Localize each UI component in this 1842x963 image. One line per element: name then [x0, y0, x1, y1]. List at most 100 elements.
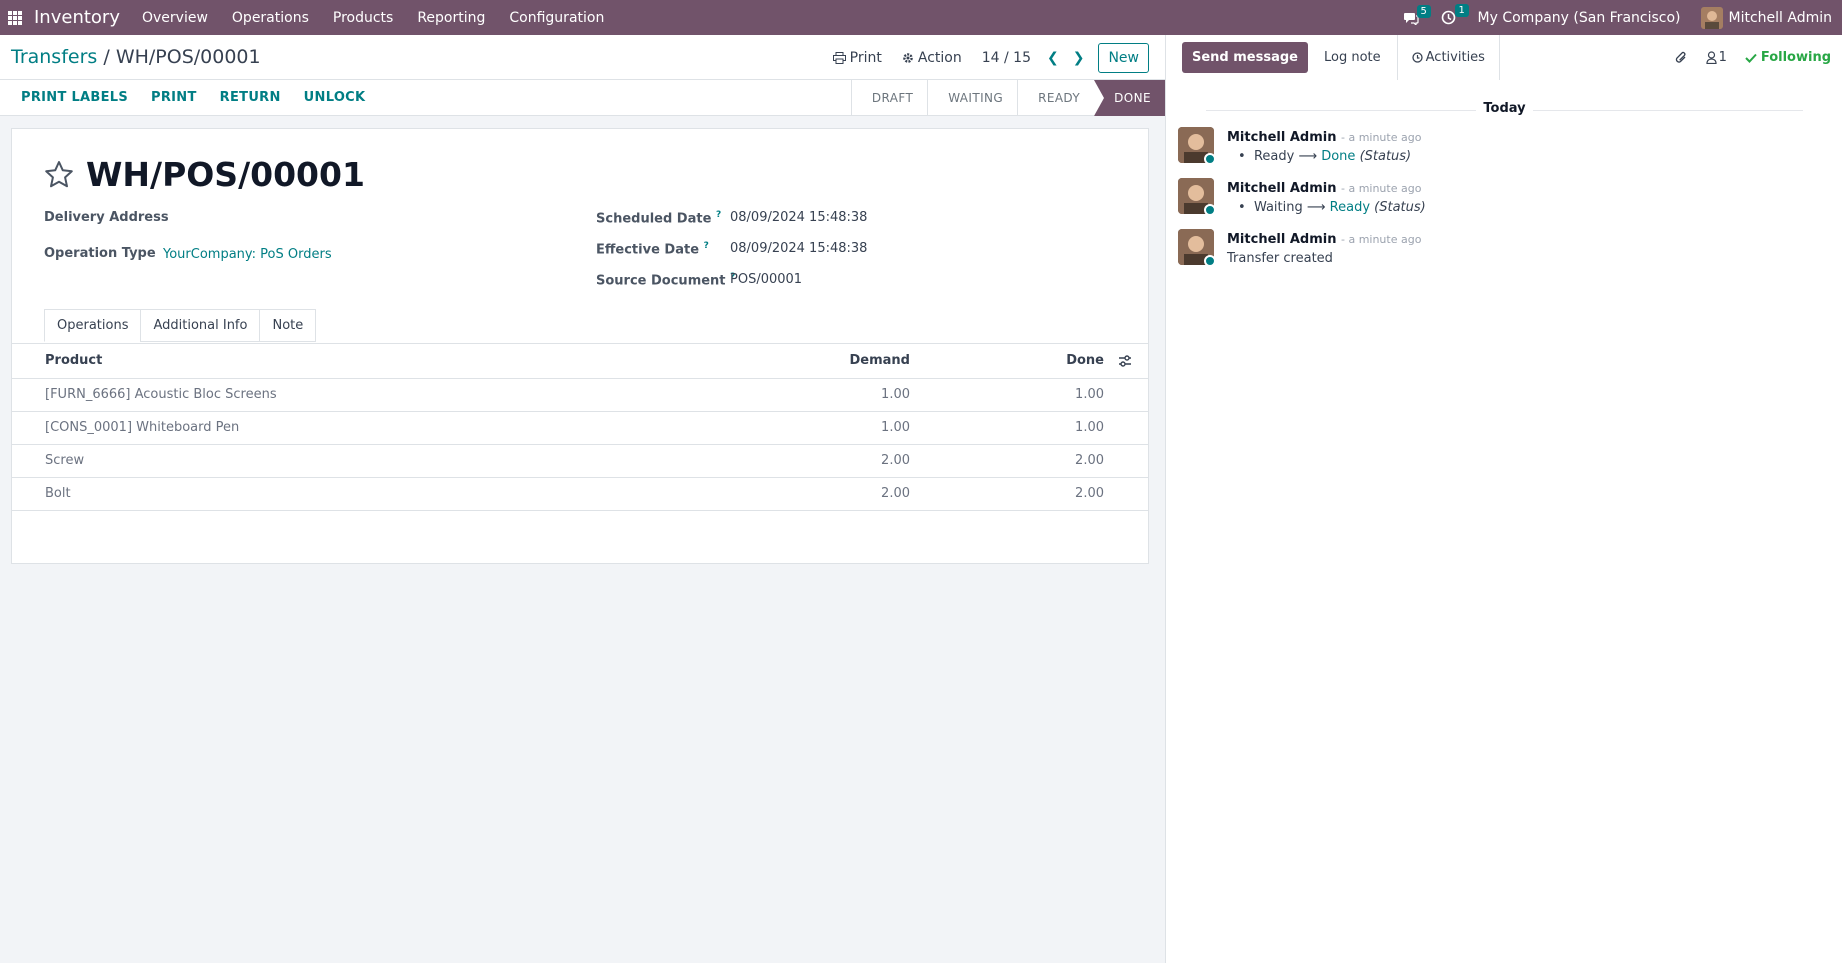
operation-type-value[interactable]: YourCompany: PoS Orders [163, 247, 332, 262]
action-menu-label: Action [917, 49, 962, 66]
send-message-button[interactable]: Send message [1182, 42, 1308, 73]
pager-next-icon[interactable]: ❯ [1073, 50, 1085, 66]
row-product: [FURN_6666] Acoustic Bloc Screens [12, 378, 690, 412]
log-note-button[interactable]: Log note [1308, 42, 1397, 73]
row-done: 1.00 [910, 378, 1148, 412]
print-menu-button[interactable]: Print [832, 49, 882, 66]
star-icon[interactable] [44, 160, 74, 189]
pager-previous-icon[interactable]: ❮ [1047, 50, 1059, 66]
message-author[interactable]: Mitchell Admin [1227, 232, 1336, 247]
table-row[interactable]: Screw 2.00 2.00 [12, 444, 1148, 478]
column-demand[interactable]: Demand [690, 344, 910, 379]
column-done-label: Done [1066, 353, 1104, 369]
form-sheet: WH/POS/00001 Delivery Address Operation … [11, 128, 1149, 564]
message-time: - a minute ago [1340, 233, 1422, 246]
status-bar: DRAFT WAITING READY DONE [850, 80, 1165, 116]
tracking-field: (Status) [1359, 149, 1412, 164]
message-body: Transfer created [1227, 251, 1333, 266]
menu-configuration[interactable]: Configuration [509, 10, 604, 26]
table-row[interactable]: Bolt 2.00 2.00 [12, 477, 1148, 511]
column-done[interactable]: Done [910, 344, 1148, 379]
followers-button[interactable]: 1 [1705, 50, 1727, 65]
effective-date-label: Effective Date ? [596, 241, 709, 257]
menu-operations[interactable]: Operations [232, 10, 309, 26]
online-status-icon [1204, 204, 1216, 216]
action-menu-button[interactable]: Action [902, 50, 962, 66]
tab-note[interactable]: Note [259, 309, 317, 342]
arrow-right-icon: ⟶ [1306, 200, 1330, 215]
message-time: - a minute ago [1340, 131, 1422, 144]
new-button[interactable]: New [1098, 42, 1149, 73]
breadcrumb-current: WH/POS/00001 [115, 46, 261, 68]
activities-button[interactable]: 1 [1441, 4, 1469, 25]
tracking-old-value: Waiting [1253, 200, 1303, 215]
unlock-button[interactable]: UNLOCK [304, 90, 366, 105]
row-product: Bolt [12, 477, 690, 511]
activities-label: Activities [1425, 50, 1485, 65]
operation-type-label: Operation Type [44, 246, 156, 261]
optional-columns-icon[interactable] [1118, 355, 1132, 367]
print-menu-label: Print [849, 49, 882, 66]
scheduled-date-help-icon[interactable]: ? [716, 210, 721, 220]
record-title: WH/POS/00001 [86, 155, 365, 194]
message-author[interactable]: Mitchell Admin [1227, 181, 1336, 196]
gear-icon [903, 52, 913, 63]
table-row[interactable]: [CONS_0001] Whiteboard Pen 1.00 1.00 [12, 411, 1148, 445]
operations-table: Product Demand Done [FURN_6666] Acoustic… [12, 344, 1148, 511]
tracking-value: • Waiting ⟶ Ready (Status) [1238, 200, 1426, 215]
arrow-right-icon: ⟶ [1298, 149, 1322, 164]
menu-overview[interactable]: Overview [142, 10, 208, 26]
effective-date-help-icon[interactable]: ? [704, 241, 709, 251]
breadcrumb-transfers[interactable]: Transfers [11, 46, 97, 68]
chatter-panel: Send message Log note Activities 1 Follo… [1165, 35, 1842, 963]
message-time: - a minute ago [1340, 182, 1422, 195]
status-done[interactable]: DONE [1094, 80, 1165, 116]
company-switcher[interactable]: My Company (San Francisco) [1478, 10, 1681, 26]
user-menu[interactable]: Mitchell Admin [1729, 10, 1833, 26]
source-document-value[interactable]: POS/00001 [730, 272, 802, 287]
app-name[interactable]: Inventory [34, 7, 120, 28]
print-labels-button[interactable]: PRINT LABELS [21, 90, 128, 105]
row-done: 2.00 [910, 444, 1148, 478]
scheduled-date-label-text: Scheduled Date [596, 211, 712, 227]
followers-count: 1 [1718, 50, 1727, 65]
print-icon [832, 51, 846, 64]
effective-date-label-text: Effective Date [596, 242, 700, 258]
messages-button[interactable]: 5 [1403, 4, 1431, 25]
pager-value[interactable]: 14 / 15 [982, 50, 1031, 66]
chatter-topbar: Send message Log note Activities 1 Follo… [1166, 35, 1842, 80]
status-ready[interactable]: READY [1017, 80, 1094, 116]
tracking-value: • Ready ⟶ Done (Status) [1238, 149, 1412, 164]
tab-additional-info[interactable]: Additional Info [140, 309, 261, 342]
clock-icon [1441, 10, 1455, 25]
following-button[interactable]: Following [1745, 50, 1831, 65]
column-product[interactable]: Product [12, 344, 690, 379]
table-row[interactable]: [FURN_6666] Acoustic Bloc Screens 1.00 1… [12, 378, 1148, 412]
menu-products[interactable]: Products [333, 10, 393, 26]
delivery-address-label: Delivery Address [44, 210, 169, 225]
user-avatar[interactable] [1700, 6, 1723, 29]
status-draft[interactable]: DRAFT [850, 80, 927, 116]
message-author[interactable]: Mitchell Admin [1227, 130, 1336, 145]
activities-button-chatter[interactable]: Activities [1396, 35, 1500, 80]
row-product: [CONS_0001] Whiteboard Pen [12, 411, 690, 445]
row-demand: 1.00 [690, 411, 910, 445]
row-demand: 2.00 [690, 477, 910, 511]
row-done: 2.00 [910, 477, 1148, 511]
tracking-new-value: Done [1321, 149, 1356, 164]
scheduled-date-value[interactable]: 08/09/2024 15:48:38 [730, 210, 867, 225]
row-demand: 1.00 [690, 378, 910, 412]
print-button[interactable]: PRINT [151, 90, 197, 105]
messages-badge: 5 [1416, 4, 1431, 18]
tab-operations[interactable]: Operations [44, 309, 142, 342]
status-waiting[interactable]: WAITING [927, 80, 1017, 116]
apps-menu-icon[interactable] [8, 10, 22, 25]
check-icon [1745, 53, 1757, 63]
menu-reporting[interactable]: Reporting [417, 10, 485, 26]
tracking-new-value: Ready [1329, 200, 1371, 215]
source-document-label: Source Document ? [596, 272, 735, 288]
row-demand: 2.00 [690, 444, 910, 478]
attachments-button[interactable] [1674, 50, 1688, 65]
return-button[interactable]: RETURN [220, 90, 281, 105]
following-label: Following [1760, 50, 1831, 65]
